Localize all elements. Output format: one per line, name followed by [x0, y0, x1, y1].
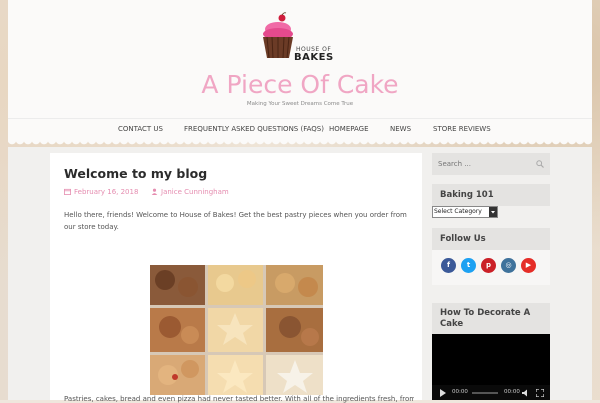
post-intro: Hello there, friends! Welcome to House o…: [64, 211, 407, 231]
post-title[interactable]: Welcome to my blog: [64, 166, 207, 181]
blog-post: Welcome to my blog February 16, 2018 Jan…: [50, 153, 422, 403]
volume-icon[interactable]: [522, 389, 530, 397]
nav-item-faqs[interactable]: FREQUENTLY ASKED QUESTIONS (FAQS): [184, 125, 324, 133]
video-controls: 00:00 00:00: [432, 385, 550, 400]
video-current-time: 00:00: [452, 389, 468, 395]
facebook-icon[interactable]: f: [441, 258, 456, 273]
nav-item-contact-us[interactable]: CONTACT US: [118, 125, 163, 133]
post-author-text: Janice Cunningham: [161, 188, 229, 196]
site-title[interactable]: A Piece Of Cake: [0, 70, 600, 99]
user-icon: [151, 188, 158, 195]
logo-text-bottom: BAKES: [294, 52, 334, 63]
site-tagline: Making Your Sweet Dreams Come True: [246, 101, 354, 107]
post-author[interactable]: Janice Cunningham: [151, 188, 229, 196]
video-progress-bar[interactable]: [472, 392, 498, 394]
nav-item-news[interactable]: NEWS: [390, 125, 411, 133]
play-icon[interactable]: [439, 389, 447, 397]
scallop-border: [8, 140, 592, 147]
twitter-icon[interactable]: t: [461, 258, 476, 273]
follow-us-label: Follow Us: [440, 234, 486, 244]
site-logo[interactable]: HOUSE OF BAKES: [258, 12, 338, 72]
search-icon[interactable]: [536, 160, 544, 168]
baking-101-label: Baking 101: [440, 190, 494, 200]
pinterest-icon[interactable]: p: [481, 258, 496, 273]
video-total-time: 00:00: [504, 389, 520, 395]
youtube-icon[interactable]: ▶: [521, 258, 536, 273]
pastry-box-image: [150, 265, 323, 395]
post-body-text: Pastries, cakes, bread and even pizza ha…: [64, 395, 414, 403]
post-date[interactable]: February 16, 2018: [64, 188, 138, 196]
how-to-decorate-label: How To Decorate A Cake: [440, 308, 531, 329]
baking-101-title: Baking 101: [432, 184, 550, 206]
post-date-text: February 16, 2018: [74, 188, 139, 196]
instagram-icon[interactable]: ◎: [501, 258, 516, 273]
category-select[interactable]: Select Category: [432, 206, 498, 218]
search-input[interactable]: [436, 157, 536, 171]
follow-us-title: Follow Us: [432, 228, 550, 250]
chevron-down-icon: [489, 207, 497, 217]
search-widget: [432, 153, 550, 175]
category-select-value: Select Category: [434, 208, 482, 215]
nav-item-homepage[interactable]: HOMEPAGE: [329, 125, 369, 133]
fullscreen-icon[interactable]: [536, 389, 544, 397]
nav-item-store-reviews[interactable]: STORE REVIEWS: [433, 125, 491, 133]
calendar-icon: [64, 188, 71, 195]
main-navigation: CONTACT US FREQUENTLY ASKED QUESTIONS (F…: [8, 118, 592, 141]
how-to-decorate-title: How To Decorate A Cake: [432, 303, 550, 334]
